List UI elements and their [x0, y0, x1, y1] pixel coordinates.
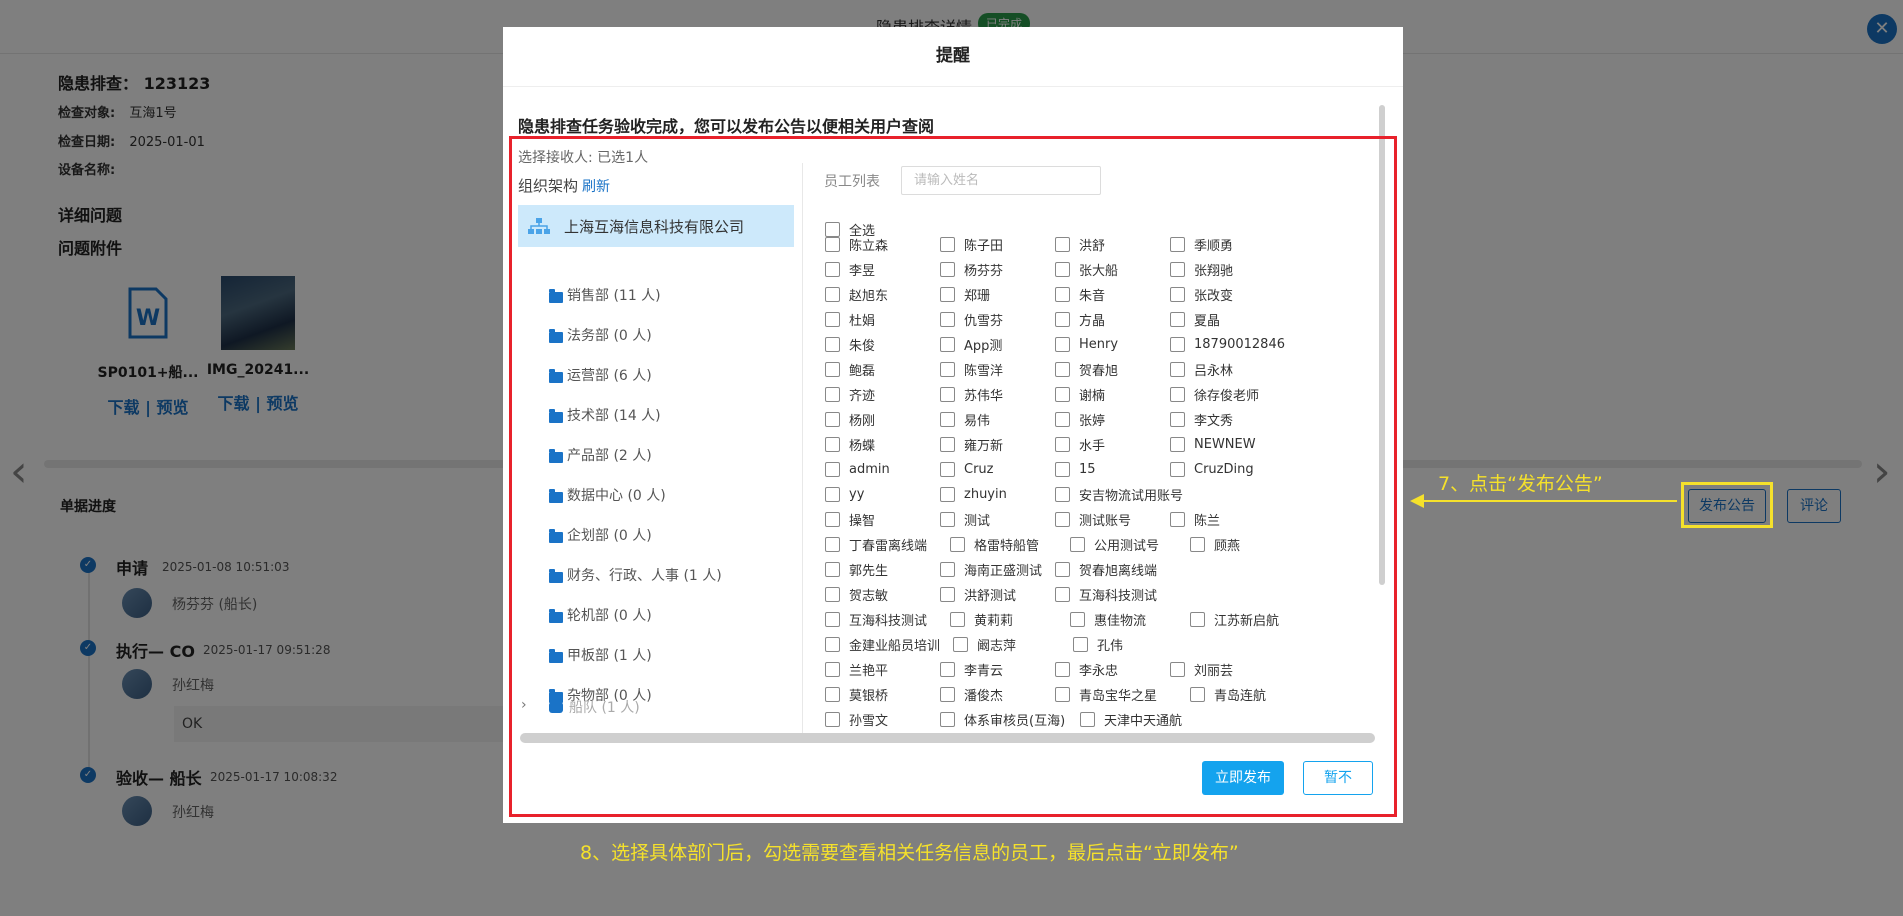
dialog-message: 隐患排查任务验收完成，您可以发布公告以便相关用户查阅: [518, 117, 935, 136]
reminder-dialog: 提醒 隐患排查任务验收完成，您可以发布公告以便相关用户查阅 选择接收人: 已选1…: [503, 27, 1403, 823]
step8-annotation: 8、选择具体部门后，勾选需要查看相关任务信息的员工，最后点击“立即发布”: [580, 842, 1239, 864]
highlight-box: [509, 136, 1397, 817]
annotation-arrow: [1412, 500, 1677, 502]
publish-highlight-box: [1681, 482, 1773, 528]
arrow-left-icon: [1410, 494, 1424, 508]
dialog-title: 提醒: [503, 27, 1403, 87]
step7-annotation: 7、点击“发布公告”: [1438, 473, 1603, 495]
